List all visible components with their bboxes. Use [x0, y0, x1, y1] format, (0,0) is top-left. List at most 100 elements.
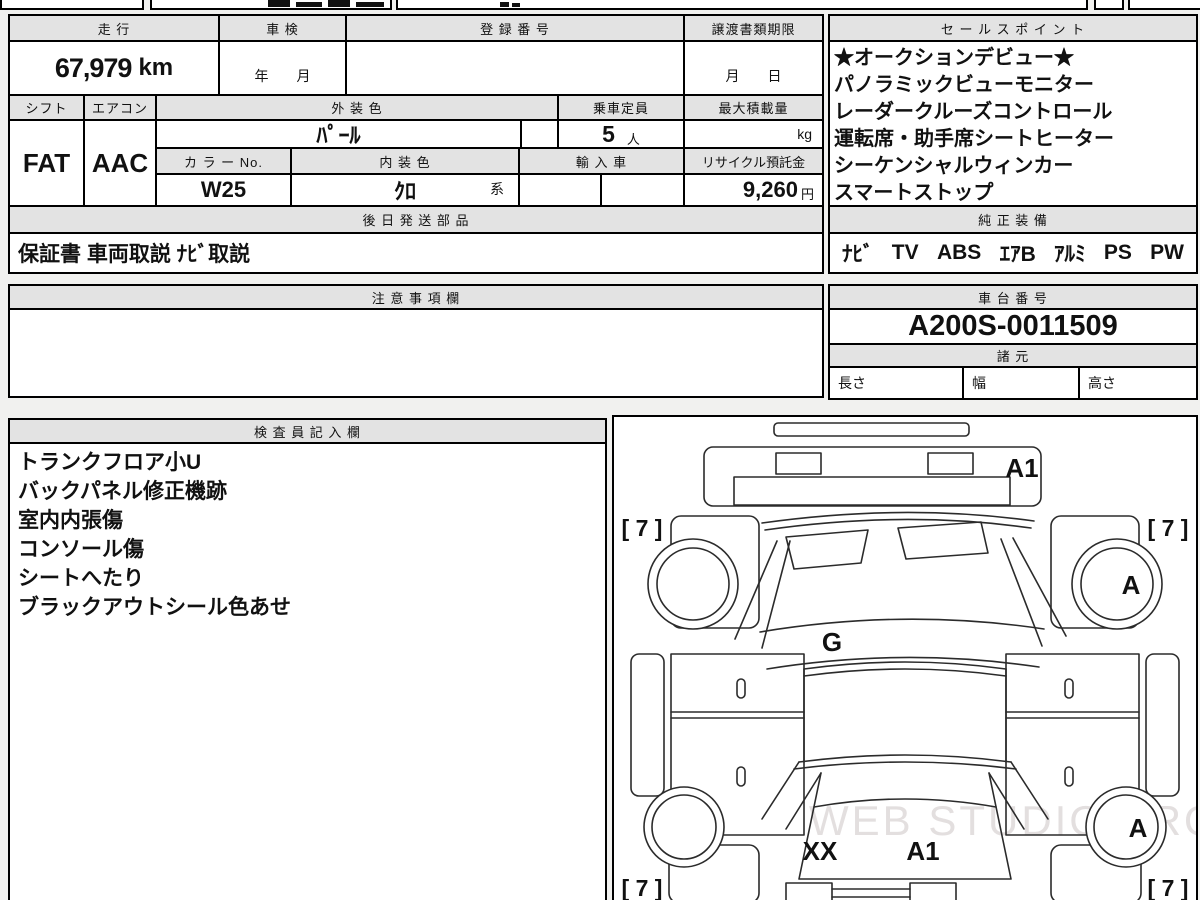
inspector-body: トランクフロア小U バックパネル修正機跡 室内内張傷 コンソール傷 シートへたり…: [8, 442, 607, 900]
clipped-glyph-fragment: [268, 0, 290, 7]
chassis-number: A200S-0011509: [828, 308, 1198, 345]
inspector-item: ブラックアウトシール色あせ: [18, 596, 291, 619]
door-gap: [670, 711, 1140, 719]
bracket-label-front-left: [ 7 ]: [622, 515, 663, 541]
sales-point-item: 運転席・助手席シートヒーター: [834, 128, 1114, 150]
damage-label-windshield: G: [822, 627, 842, 657]
car-top-view-diagram: WEB STUDIO.PRO A1 [7] [7] A G XX A1 …: [622, 422, 1196, 900]
side-sill: [1145, 653, 1180, 797]
recycle-deposit-value-cell: 9,260 円: [683, 173, 824, 207]
color-no-header: カ ラ ー No.: [155, 147, 292, 175]
inspector-item: トランクフロア小U: [18, 451, 202, 474]
door-handle: [1064, 678, 1074, 699]
bracket-label-front-right: [ 7 ]: [1148, 515, 1189, 541]
rear-bumper-bars: [831, 888, 911, 898]
door-handle: [736, 678, 746, 699]
bracket-label-rear-right: [ 7 ]: [1148, 875, 1189, 900]
roof-front-edge: [803, 668, 1007, 677]
transfer-hint: 月 日: [725, 68, 782, 84]
rear-bumper-notch: [909, 882, 957, 900]
chassis-header: 車 台 番 号: [828, 284, 1198, 310]
auction-sheet: 走 行 車 検 登 録 番 号 譲渡書類期限 67,979 km 年 月 月 日…: [0, 0, 1200, 900]
import-car-empty-cell: [518, 173, 602, 207]
interior-color-value-cell: ｸﾛ 系: [290, 173, 520, 207]
inspector-header: 検 査 員 記 入 欄: [8, 418, 607, 444]
rear-right-wheel-inner: [1093, 794, 1159, 860]
spec-length-label: 長さ: [838, 375, 866, 391]
capacity-value-cell: 5 人: [557, 119, 685, 149]
side-sill: [630, 653, 665, 797]
wiper-panel: [785, 529, 869, 570]
shaken-header: 車 検: [218, 14, 347, 42]
equipment-item: ｴｱB: [999, 243, 1036, 266]
capacity-header: 乗車定員: [557, 94, 685, 121]
shaken-hint: 年 月: [254, 68, 311, 84]
exterior-color-header: 外 装 色: [155, 94, 559, 121]
clipped-glyph-fragment: [356, 2, 384, 7]
spec-width-label: 幅: [972, 375, 986, 391]
inspector-item: コンソール傷: [18, 538, 144, 561]
max-load-value-cell: kg: [683, 119, 824, 149]
mileage-header: 走 行: [8, 14, 220, 42]
damage-label-rear-hatch-left: XX: [803, 836, 838, 866]
damage-label-rear-hatch-right: A1: [906, 836, 939, 866]
registration-header: 登 録 番 号: [345, 14, 685, 42]
recycle-deposit-value: 9,260: [742, 177, 798, 202]
sales-point-item: スマートストップ: [834, 182, 994, 204]
front-lamp-cutout: [775, 452, 822, 475]
mileage-value: 67,979: [54, 52, 133, 83]
sales-point-item: レーダークルーズコントロール: [834, 101, 1113, 123]
mileage-unit: km: [138, 54, 174, 81]
clipped-row-cell: [1094, 0, 1124, 10]
aircon-header: エアコン: [83, 94, 157, 121]
max-load-unit: kg: [797, 126, 812, 142]
sales-point-item: パノラミックビューモニター: [834, 74, 1094, 96]
damage-label-front-right-wheel: A: [1122, 570, 1141, 600]
sales-points-header: セ ー ル ス ポ イ ン ト: [828, 14, 1198, 42]
registration-value-cell: [345, 40, 685, 96]
spec-height-label: 高さ: [1088, 375, 1116, 391]
interior-color-suffix: 系: [490, 181, 504, 197]
door-handle: [1064, 766, 1074, 787]
later-parts-text: 保証書 車両取説 ﾅﾋﾞ取説: [18, 243, 251, 266]
equipment-item: ｱﾙﾐ: [1054, 243, 1086, 266]
exterior-color-empty-cell: [520, 119, 559, 149]
equipment-item: ABS: [936, 241, 982, 264]
import-car-empty-cell: [600, 173, 685, 207]
spec-width-cell: 幅: [962, 366, 1080, 400]
inspector-item: シートへたり: [18, 567, 144, 590]
bracket-label-rear-left: [ 7 ]: [622, 875, 663, 900]
interior-color-value: ｸﾛ: [393, 179, 416, 204]
damage-label-rear-right-wheel: A: [1129, 813, 1148, 843]
equipment-header: 純 正 装 備: [828, 205, 1198, 234]
roof-rear-edge: [798, 754, 1012, 763]
inspector-item: 室内内張傷: [18, 509, 123, 532]
color-no-value: W25: [155, 173, 292, 207]
later-parts-value: 保証書 車両取説 ﾅﾋﾞ取説: [8, 232, 824, 274]
front-lamp-cutout: [927, 452, 974, 475]
import-car-header: 輸 入 車: [518, 147, 685, 175]
door-handle: [736, 766, 746, 787]
sales-points-body: ★オークションデビュー★ パノラミックビューモニター レーダークルーズコントロー…: [828, 40, 1198, 207]
max-load-header: 最大積載量: [683, 94, 824, 121]
shift-value: FAT: [8, 119, 85, 207]
notes-body: [8, 308, 824, 398]
interior-color-header: 内 装 色: [290, 147, 520, 175]
roof-front-edge: [803, 661, 1007, 670]
equipment-item: PW: [1150, 241, 1184, 264]
front-bumper-step: [733, 476, 1011, 506]
roof-side: [803, 668, 1007, 763]
wiper-panel: [897, 521, 989, 560]
clipped-row-cell: [0, 0, 144, 10]
transfer-deadline-header: 譲渡書類期限: [683, 14, 824, 42]
spec-length-cell: 長さ: [828, 366, 964, 400]
later-parts-header: 後 日 発 送 部 品: [8, 205, 824, 234]
shaken-value-cell: 年 月: [218, 40, 347, 96]
shift-header: シフト: [8, 94, 85, 121]
car-diagram-panel: WEB STUDIO.PRO A1 [7] [7] A G XX A1 …: [612, 415, 1198, 900]
rear-bumper-notch: [785, 882, 833, 900]
equipment-item: ﾅﾋﾞ: [842, 243, 874, 266]
aircon-value: AAC: [83, 119, 157, 207]
transfer-value-cell: 月 日: [683, 40, 824, 96]
mileage-value-cell: 67,979 km: [8, 40, 220, 96]
